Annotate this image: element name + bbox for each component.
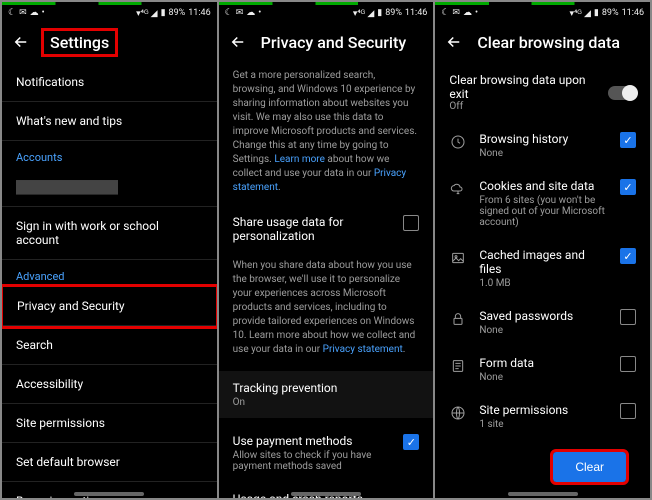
app-header: Settings — [2, 21, 217, 63]
desc-share: When you share data about how you use th… — [219, 253, 434, 367]
section-advanced: Advanced — [2, 260, 217, 287]
status-bar: ☾ ✉ ☁ • ▾⁴ᴳ ◢ ▮ 89% 11:46 — [2, 5, 217, 21]
page-title: Settings — [44, 31, 115, 54]
payment-checkbox[interactable] — [403, 434, 419, 450]
screen-settings: ☾ ✉ ☁ • ▾⁴ᴳ ◢ ▮ 89% 11:46 Settings Notif… — [2, 2, 217, 498]
status-bar: ☾✉☁• ▾⁴ᴳ ◢▮89%11:46 — [435, 5, 650, 21]
page-title: Clear browsing data — [477, 33, 620, 52]
row-cached[interactable]: Cached images and files1.0 MB — [435, 238, 650, 299]
app-header: Clear browsing data — [435, 21, 650, 63]
image-icon — [450, 250, 466, 266]
row-search[interactable]: Search — [2, 326, 217, 365]
chat-icon: ☁ — [30, 8, 39, 18]
back-icon[interactable] — [229, 33, 247, 51]
signal-icon: ▾⁴ᴳ ◢ — [136, 8, 157, 19]
desc-personalized: Get a more personalized search, browsing… — [219, 63, 434, 205]
mail-icon: ✉ — [19, 8, 27, 18]
row-account-blurred[interactable]: ████████████ — [2, 168, 217, 207]
cloud-icon — [450, 181, 466, 197]
formdata-checkbox[interactable] — [620, 356, 636, 372]
cookies-checkbox[interactable] — [620, 179, 636, 195]
screen-privacy: ☾✉☁• ▾⁴ᴳ ◢▮89%11:46 Privacy and Security… — [219, 2, 434, 498]
back-icon[interactable] — [12, 33, 30, 51]
lock-icon — [450, 311, 466, 327]
globe-icon — [450, 405, 466, 421]
row-whatsnew[interactable]: What's new and tips — [2, 102, 217, 141]
passwords-checkbox[interactable] — [620, 309, 636, 325]
history-checkbox[interactable] — [620, 132, 636, 148]
row-payment[interactable]: Use payment methods Allow sites to check… — [219, 424, 434, 482]
home-indicator[interactable] — [291, 492, 361, 496]
row-accessibility[interactable]: Accessibility — [2, 365, 217, 404]
home-indicator[interactable] — [74, 492, 144, 496]
siteperm-checkbox[interactable] — [620, 403, 636, 419]
app-header: Privacy and Security — [219, 21, 434, 63]
form-icon — [450, 358, 466, 374]
clock: 11:46 — [188, 8, 210, 18]
row-formdata[interactable]: Form dataNone — [435, 346, 650, 393]
battery-icon: ▮ — [161, 8, 166, 18]
row-privacy-security[interactable]: Privacy and Security — [3, 287, 216, 326]
row-passwords[interactable]: Saved passwordsNone — [435, 299, 650, 346]
screen-clear-data: ☾✉☁• ▾⁴ᴳ ◢▮89%11:46 Clear browsing data … — [435, 2, 650, 498]
status-bar: ☾✉☁• ▾⁴ᴳ ◢▮89%11:46 — [219, 5, 434, 21]
back-icon[interactable] — [445, 33, 463, 51]
history-icon — [450, 134, 466, 150]
row-share-usage[interactable]: Share usage data for personalization — [219, 205, 434, 253]
home-indicator[interactable] — [508, 492, 578, 496]
row-notifications[interactable]: Notifications — [2, 63, 217, 102]
battery-pct: 89% — [169, 8, 186, 18]
page-title: Privacy and Security — [261, 33, 406, 52]
row-cookies[interactable]: Cookies and site dataFrom 6 sites (you w… — [435, 169, 650, 238]
row-default-browser[interactable]: Set default browser — [2, 443, 217, 482]
cached-checkbox[interactable] — [620, 248, 636, 264]
exit-toggle[interactable] — [608, 86, 636, 100]
row-clear-on-exit[interactable]: Clear browsing data upon exit Off — [435, 63, 650, 122]
privacy-link-2[interactable]: Privacy statement — [323, 344, 403, 355]
row-site-permissions[interactable]: Site permissions — [2, 404, 217, 443]
learn-more-link[interactable]: Learn more — [274, 154, 325, 165]
row-tracking[interactable]: Tracking prevention On — [219, 371, 434, 418]
moon-icon: ☾ — [8, 8, 16, 18]
share-usage-checkbox[interactable] — [403, 215, 419, 231]
section-accounts: Accounts — [2, 141, 217, 168]
row-browsing-history[interactable]: Browsing historyNone — [435, 122, 650, 169]
row-siteperm[interactable]: Site permissions1 site — [435, 393, 650, 440]
row-signin[interactable]: Sign in with work or school account — [2, 207, 217, 260]
clear-button[interactable]: Clear — [553, 452, 626, 482]
